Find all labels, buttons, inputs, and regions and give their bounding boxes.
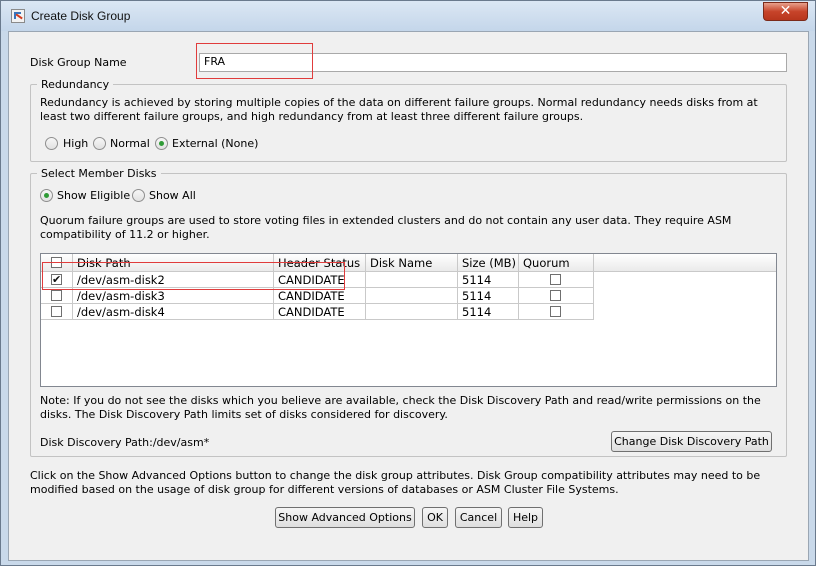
disk-path-cell: /dev/asm-disk4 (73, 304, 274, 320)
column-header-filler (594, 254, 776, 272)
radio-external[interactable] (155, 137, 168, 150)
table-row[interactable]: /dev/asm-disk2 CANDIDATE 5114 (41, 272, 594, 288)
close-icon: ✕ (779, 3, 792, 19)
window-title: Create Disk Group (31, 9, 131, 23)
size-cell: 5114 (458, 288, 519, 304)
select-all-checkbox[interactable] (51, 257, 62, 268)
disk-name-cell[interactable] (366, 304, 458, 320)
member-disks-legend: Select Member Disks (41, 167, 157, 180)
help-button[interactable]: Help (508, 507, 543, 528)
disk-path-cell: /dev/asm-disk3 (73, 288, 274, 304)
table-row[interactable]: /dev/asm-disk4 CANDIDATE 5114 (41, 304, 594, 320)
disk-name-cell[interactable] (366, 272, 458, 288)
column-header-quorum[interactable]: Quorum (519, 254, 594, 272)
disk-path-cell: /dev/asm-disk2 (73, 272, 274, 288)
discovery-note: Note: If you do not see the disks which … (40, 394, 761, 421)
row-select-checkbox[interactable] (51, 290, 62, 301)
row-select-cell[interactable] (41, 272, 73, 288)
quorum-checkbox[interactable] (550, 290, 561, 301)
disks-table[interactable]: Disk Path Header Status Disk Name Size (… (40, 253, 777, 387)
cancel-button[interactable]: Cancel (455, 507, 502, 528)
redundancy-description: Redundancy is achieved by storing multip… (40, 96, 758, 123)
app-icon (11, 9, 25, 23)
radio-show-eligible[interactable] (40, 189, 53, 202)
column-header-disk-name[interactable]: Disk Name (366, 254, 458, 272)
column-header-size[interactable]: Size (MB) (458, 254, 519, 272)
row-select-cell[interactable] (41, 288, 73, 304)
column-header-disk-path[interactable]: Disk Path (73, 254, 274, 272)
column-header-header-status[interactable]: Header Status (274, 254, 366, 272)
close-button[interactable]: ✕ (763, 2, 808, 21)
radio-show-all-label[interactable]: Show All (149, 189, 196, 202)
header-status-cell: CANDIDATE (274, 288, 366, 304)
advanced-options-note: Click on the Show Advanced Options butto… (30, 469, 761, 496)
ok-button[interactable]: OK (422, 507, 448, 528)
discovery-path-label: Disk Discovery Path:/dev/asm* (40, 436, 210, 449)
quorum-checkbox[interactable] (550, 274, 561, 285)
show-advanced-options-button[interactable]: Show Advanced Options (275, 507, 415, 528)
quorum-note: Quorum failure groups are used to store … (40, 214, 732, 241)
size-cell: 5114 (458, 272, 519, 288)
title-bar[interactable]: Create Disk Group ✕ (1, 1, 815, 31)
quorum-checkbox[interactable] (550, 306, 561, 317)
row-select-checkbox[interactable] (51, 306, 62, 317)
radio-normal-label[interactable]: Normal (110, 137, 150, 150)
header-select-all[interactable] (41, 254, 73, 272)
radio-high[interactable] (45, 137, 58, 150)
radio-external-label[interactable]: External (None) (172, 137, 258, 150)
header-status-cell: CANDIDATE (274, 272, 366, 288)
create-disk-group-window: Create Disk Group ✕ Disk Group Name FRA … (0, 0, 816, 566)
radio-show-all[interactable] (132, 189, 145, 202)
quorum-cell[interactable] (519, 288, 594, 304)
quorum-cell[interactable] (519, 304, 594, 320)
header-status-cell: CANDIDATE (274, 304, 366, 320)
disk-group-name-label: Disk Group Name (30, 56, 127, 69)
size-cell: 5114 (458, 304, 519, 320)
table-row[interactable]: /dev/asm-disk3 CANDIDATE 5114 (41, 288, 594, 304)
disk-name-cell[interactable] (366, 288, 458, 304)
radio-high-label[interactable]: High (63, 137, 88, 150)
row-select-cell[interactable] (41, 304, 73, 320)
change-discovery-path-button[interactable]: Change Disk Discovery Path (611, 431, 772, 452)
dialog-body: Disk Group Name FRA Redundancy Redundanc… (8, 31, 809, 561)
radio-show-eligible-label[interactable]: Show Eligible (57, 189, 130, 202)
radio-normal[interactable] (93, 137, 106, 150)
disk-group-name-input[interactable]: FRA (199, 53, 787, 72)
row-select-checkbox[interactable] (51, 272, 62, 287)
redundancy-legend: Redundancy (41, 78, 110, 91)
quorum-cell[interactable] (519, 272, 594, 288)
